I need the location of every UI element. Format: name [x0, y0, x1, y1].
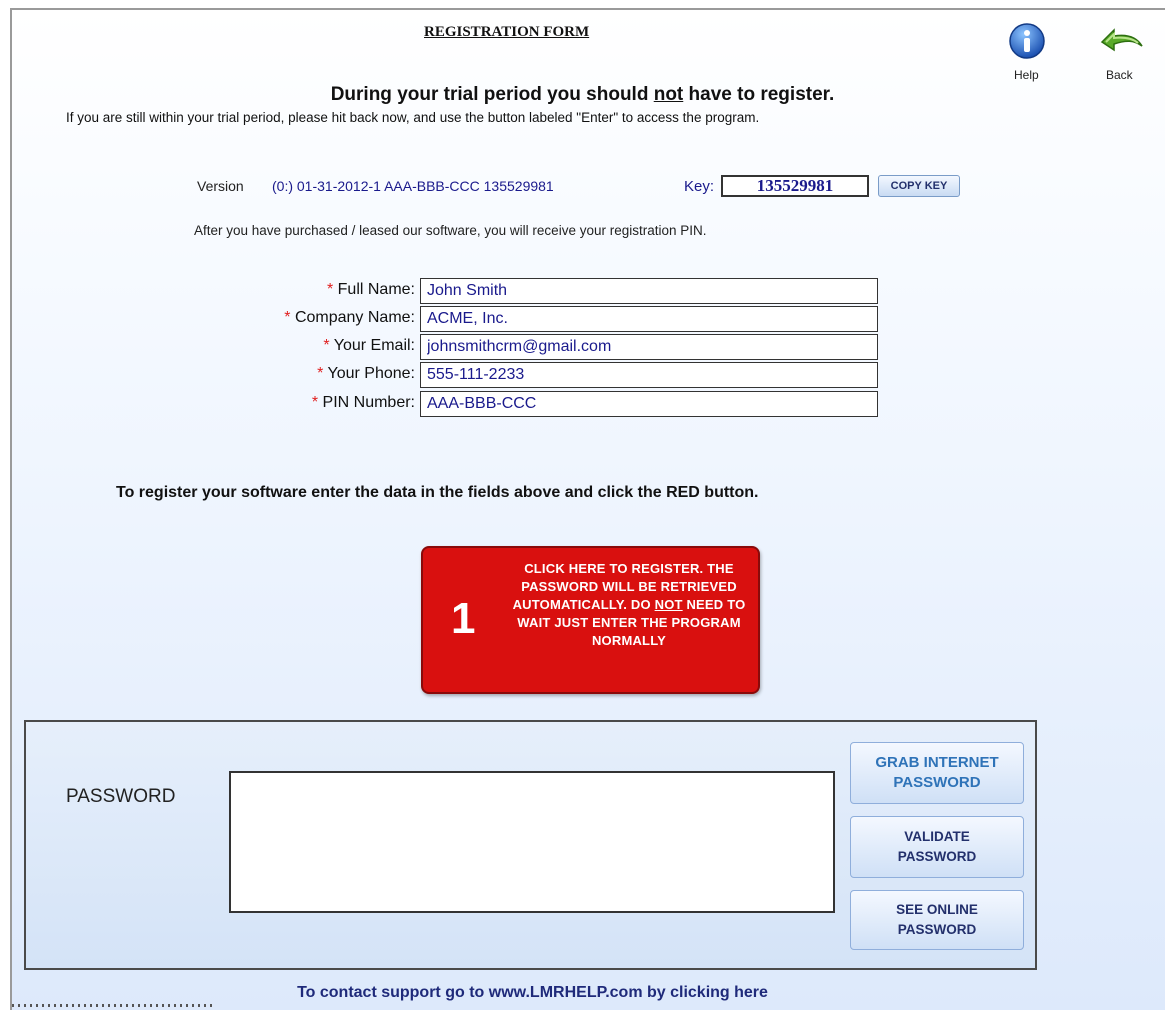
email-input[interactable] — [420, 334, 878, 360]
pin-label: * PIN Number: — [311, 394, 415, 411]
see-line-2: PASSWORD — [897, 922, 977, 937]
support-link[interactable]: To contact support go to www.LMRHELP.com… — [0, 984, 1065, 1002]
trial-headline: During your trial period you should not … — [330, 84, 835, 105]
version-label: Version — [197, 178, 244, 194]
key-value-box: 135529981 — [721, 175, 869, 197]
phone-label: * Your Phone: — [317, 365, 415, 382]
back-label: Back — [1106, 68, 1133, 82]
help-label: Help — [1014, 68, 1039, 82]
full-name-input[interactable] — [420, 278, 878, 304]
step-number: 1 — [451, 594, 476, 643]
password-input[interactable] — [229, 771, 835, 913]
email-label: * Your Email: — [323, 337, 415, 354]
trial-subline: If you are still within your trial perio… — [66, 110, 760, 125]
see-online-password-button[interactable]: SEE ONLINE PASSWORD — [850, 890, 1024, 950]
validate-line-1: VALIDATE — [904, 829, 970, 844]
password-label: PASSWORD — [66, 786, 176, 807]
info-circle-icon — [1009, 23, 1045, 59]
register-instruction: To register your software enter the data… — [116, 484, 759, 501]
full-name-label: * Full Name: — [326, 281, 415, 298]
validate-password-button[interactable]: VALIDATE PASSWORD — [850, 816, 1024, 878]
version-value: (0:) 01-31-2012-1 AAA-BBB-CCC 135529981 — [272, 178, 554, 194]
key-label: Key: — [684, 178, 715, 195]
purchase-info-text: After you have purchased / leased our so… — [194, 223, 707, 238]
back-button[interactable]: Back — [1098, 22, 1148, 86]
company-name-label: * Company Name: — [284, 309, 415, 326]
back-arrow-icon — [1100, 28, 1143, 52]
help-button[interactable]: Help — [1008, 22, 1048, 86]
company-name-input[interactable] — [420, 306, 878, 332]
grab-line-1: GRAB INTERNET — [875, 754, 999, 771]
grab-line-2: PASSWORD — [893, 774, 981, 791]
page-title: REGISTRATION FORM — [424, 24, 590, 40]
validate-line-2: PASSWORD — [897, 849, 977, 864]
grab-internet-password-button[interactable]: GRAB INTERNET PASSWORD — [850, 742, 1024, 804]
copy-key-button[interactable]: COPY KEY — [878, 175, 960, 197]
bottom-dotted-divider — [12, 1004, 212, 1007]
register-button[interactable]: 1 CLICK HERE TO REGISTER. THE PASSWORD W… — [421, 546, 760, 694]
pin-input[interactable] — [420, 391, 878, 417]
register-button-text: CLICK HERE TO REGISTER. THE PASSWORD WIL… — [512, 561, 746, 648]
phone-input[interactable] — [420, 362, 878, 388]
see-line-1: SEE ONLINE — [896, 902, 978, 917]
